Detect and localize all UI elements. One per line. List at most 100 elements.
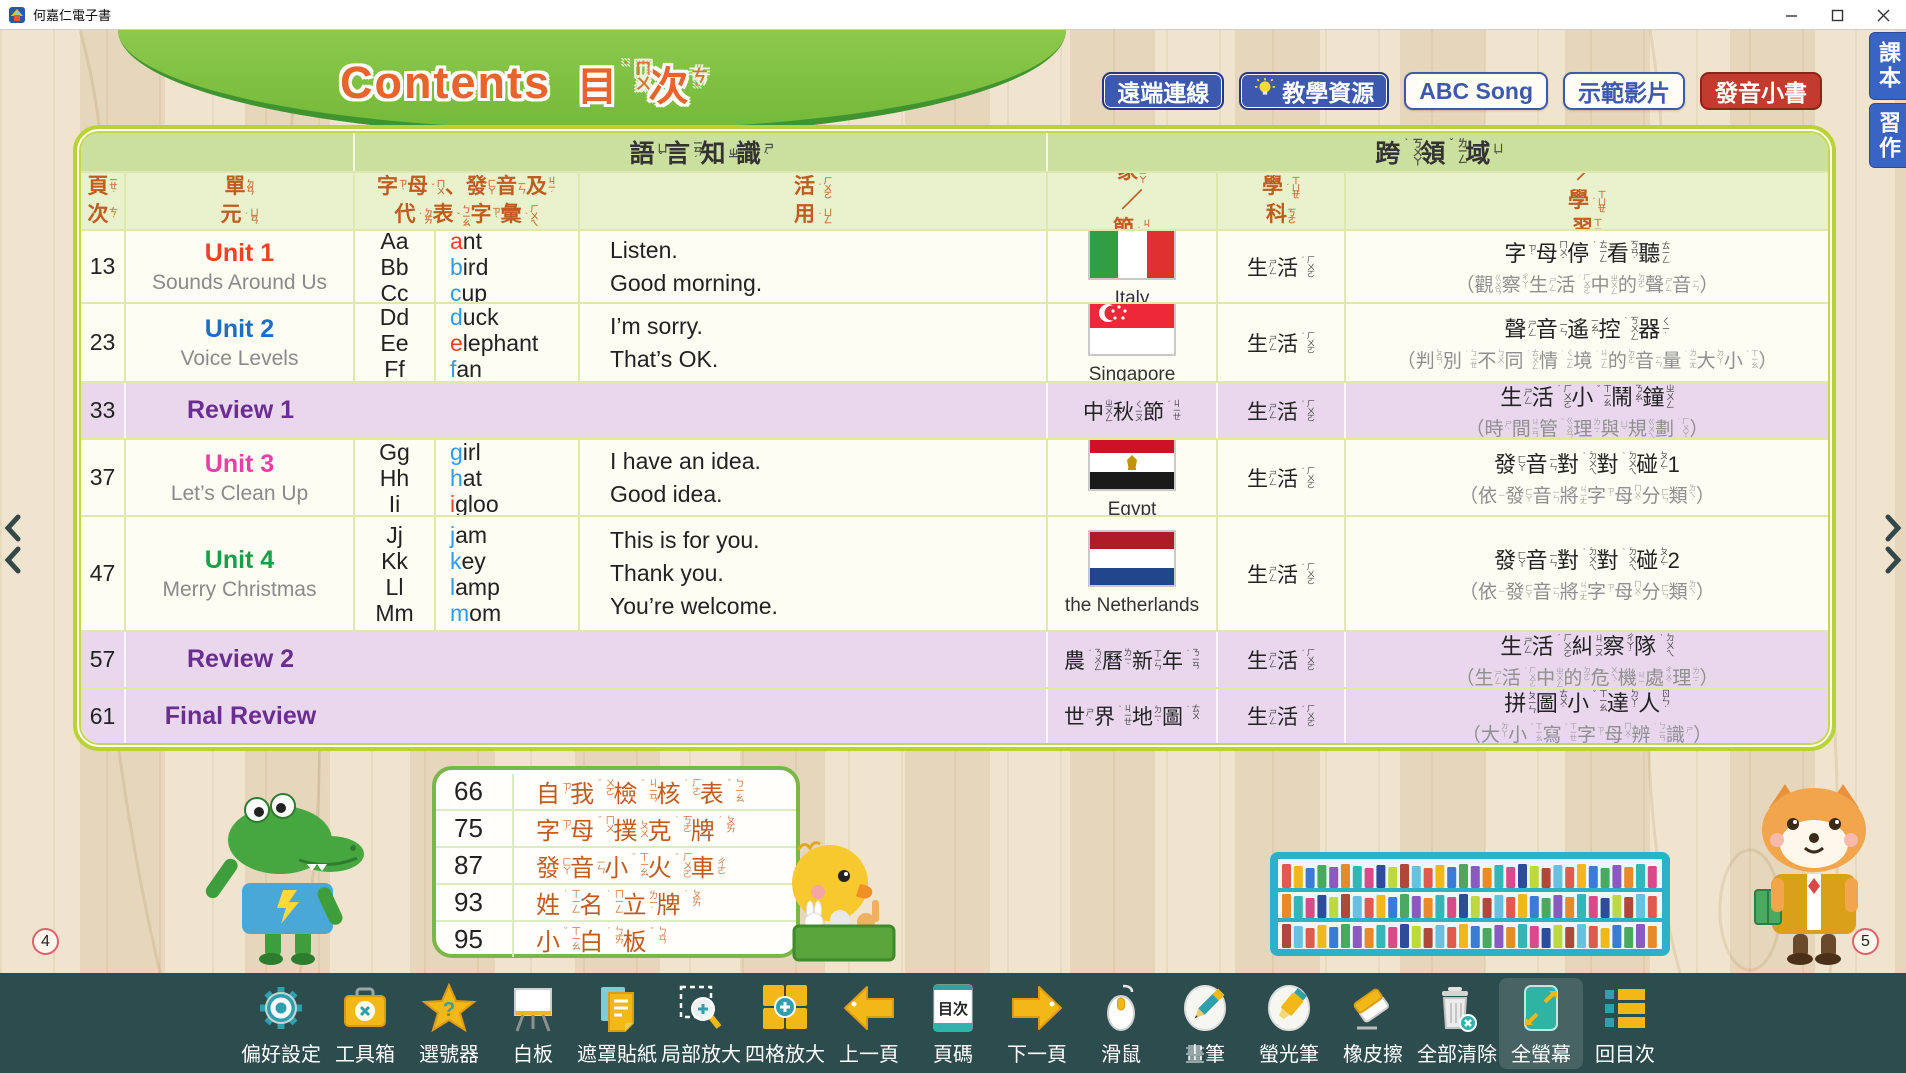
page-cell: 13 xyxy=(81,231,126,302)
four-grid-zoom-icon xyxy=(756,980,814,1036)
activity-cell: 發ㄈㄚ音ㄧㄣ對ㄉㄨㄟˋ對ㄉㄨㄟˋ碰ㄆㄥˋ2（依ㄧ發ㄈㄚ音ㄧㄣ將ㄐㄧㄤ字ㄗˋ母ㄇㄨ… xyxy=(1346,517,1828,630)
group-header-language: 語ㄩˇ言ㄧㄢˊ知ㄓ識ㄕˋ xyxy=(355,133,1048,171)
toolbar-item-next-page[interactable]: 下一頁 xyxy=(995,978,1079,1069)
top-button-label: 示範影片 xyxy=(1578,74,1670,108)
review-title-cell: Final Review xyxy=(126,689,1048,743)
eraser-icon xyxy=(1344,980,1402,1036)
close-button[interactable] xyxy=(1860,0,1906,30)
toolbar-item-label: 遮罩貼紙 xyxy=(577,1038,657,1067)
page-back-chevron-top[interactable] xyxy=(2,514,24,542)
extras-list-item[interactable]: 66自ㄗˋ我ㄨㄛˇ檢ㄐㄧㄢˇ核ㄏㄜˊ表ㄅㄧㄠˇ xyxy=(436,774,796,809)
page-cell: 33 xyxy=(81,383,126,438)
star-question-icon: ? xyxy=(420,980,478,1036)
table-row-review-1[interactable]: 33Review 1中ㄓㄨㄥ秋ㄑㄧㄡ節ㄐㄧㄝˊ生ㄕㄥ活ㄏㄨㄛˊ生ㄕㄥ活ㄏㄨㄛˊ小… xyxy=(81,381,1828,438)
extras-page-list: 66自ㄗˋ我ㄨㄛˇ檢ㄐㄧㄢˇ核ㄏㄜˊ表ㄅㄧㄠˇ75字ㄗˋ母ㄇㄨˇ撲ㄆㄨ克ㄎㄜˋ牌… xyxy=(432,766,800,958)
top-button-teaching-resources[interactable]: 教學資源 xyxy=(1239,72,1389,110)
toolbar-item-clear-all[interactable]: 全部清除 xyxy=(1415,978,1499,1069)
toolbar-item-mouse[interactable]: 滑鼠 xyxy=(1079,978,1163,1069)
minimize-button[interactable] xyxy=(1768,0,1814,30)
arrow-left-icon xyxy=(840,980,898,1036)
top-button-phonics-book[interactable]: 發音小書 xyxy=(1700,72,1822,110)
toolbar-item-whiteboard[interactable]: 白板 xyxy=(491,978,575,1069)
country-cell: 世ㄕˋ界ㄐㄧㄝˋ地ㄉㄧˋ圖ㄊㄨˊ xyxy=(1048,689,1218,743)
toolbar-item-highlighter[interactable]: 螢光筆 xyxy=(1247,978,1331,1069)
toolbar-item-eraser[interactable]: 橡皮擦 xyxy=(1331,978,1415,1069)
activity-cell: 聲ㄕㄥ音ㄧㄣ遙ㄧㄠˊ控ㄎㄨㄥˋ器ㄑㄧˋ（判ㄆㄢˋ別ㄅㄧㄝˊ不ㄅㄨˋ同ㄊㄨㄥˊ情ㄑ… xyxy=(1346,304,1828,381)
page-cell: 23 xyxy=(81,304,126,381)
country-cell: Egypt xyxy=(1048,440,1218,515)
extras-title: 姓ㄒㄧㄥˋ名ㄇㄧㄥˊ立ㄌㄧˋ牌ㄆㄞˊ xyxy=(512,885,700,920)
right-page-badge: 5 xyxy=(1852,928,1879,955)
toolbar-item-page-number[interactable]: 目次頁碼 xyxy=(911,978,995,1069)
subject-cell: 生ㄕㄥ活ㄏㄨㄛˊ xyxy=(1218,440,1346,515)
country-cell: the Netherlands xyxy=(1048,517,1218,630)
subject-cell: 生ㄕㄥ活ㄏㄨㄛˊ xyxy=(1218,689,1346,743)
bottom-toolbar: 偏好設定工具箱?選號器白板遮罩貼紙局部放大四格放大上一頁目次頁碼下一頁滑鼠畫筆螢… xyxy=(0,973,1906,1073)
extras-list-item[interactable]: 87發ㄈㄚ音ㄧㄣ小ㄒㄧㄠˇ火ㄏㄨㄛˇ車ㄔㄜ xyxy=(436,846,796,883)
page-cell: 57 xyxy=(81,632,126,687)
extras-list-item[interactable]: 93姓ㄒㄧㄥˋ名ㄇㄧㄥˊ立ㄌㄧˋ牌ㄆㄞˊ xyxy=(436,883,796,920)
page-back-chevron-bottom[interactable] xyxy=(2,546,24,574)
top-button-remote-connect[interactable]: 遠端連線 xyxy=(1102,72,1224,110)
unit-cell: Unit 2Voice Levels xyxy=(126,304,355,381)
toolbar-item-label: 選號器 xyxy=(419,1038,479,1067)
unit-cell: Unit 1Sounds Around Us xyxy=(126,231,355,302)
side-tab-textbook[interactable]: 課本 xyxy=(1869,32,1906,100)
activity-cell: 拼ㄆㄧㄣ圖ㄊㄨˊ小ㄒㄧㄠˇ達ㄉㄚˊ人ㄖㄣˊ（大ㄉㄚˋ小ㄒㄧㄠˇ寫ㄒㄧㄝˇ字ㄗˋ母… xyxy=(1346,689,1828,743)
toolbar-item-label: 畫筆 xyxy=(1185,1038,1225,1067)
top-buttons: 遠端連線 教學資源 ABC Song 示範影片發音小書 xyxy=(1102,72,1822,110)
subject-cell: 生ㄕㄥ活ㄏㄨㄛˊ xyxy=(1218,632,1346,687)
magnifier-box-icon xyxy=(672,980,730,1036)
top-button-demo-video[interactable]: 示範影片 xyxy=(1563,72,1685,110)
toolbar-item-partial-zoom[interactable]: 局部放大 xyxy=(659,978,743,1069)
toolbar-item-number-picker[interactable]: ?選號器 xyxy=(407,978,491,1069)
toolbar-item-prev-page[interactable]: 上一頁 xyxy=(827,978,911,1069)
arrow-right-icon xyxy=(1008,980,1066,1036)
mouse-icon xyxy=(1092,980,1150,1036)
bookshelf-illustration xyxy=(1270,852,1670,961)
table-row-unit-2[interactable]: 23Unit 2Voice LevelsDdEeFfduckelephantfa… xyxy=(81,302,1828,381)
table-row-unit-4[interactable]: 47Unit 4Merry ChristmasJjKkLlMmjamkeylam… xyxy=(81,515,1828,630)
extras-page-number: 87 xyxy=(454,850,512,881)
words-cell: jamkeylampmom xyxy=(436,517,580,630)
extras-list-item[interactable]: 95小ㄒㄧㄠˇ白ㄅㄞˊ板ㄅㄢˇ xyxy=(436,920,796,957)
toolbar-item-label: 四格放大 xyxy=(745,1038,825,1067)
table-row-unit-3[interactable]: 37Unit 3Let’s Clean UpGgHhIigirlhatigloo… xyxy=(81,438,1828,515)
sticky-notes-icon xyxy=(588,980,646,1036)
group-header-cross-domain: 跨ㄎㄨㄚˋ領ㄌㄧㄥˇ域ㄩˋ xyxy=(1048,133,1828,171)
lightbulb-icon xyxy=(1254,77,1276,105)
toolbar-item-label: 上一頁 xyxy=(839,1038,899,1067)
table-row-final-review[interactable]: 61Final Review世ㄕˋ界ㄐㄧㄝˋ地ㄉㄧˋ圖ㄊㄨˊ生ㄕㄥ活ㄏㄨㄛˊ拼ㄆ… xyxy=(81,687,1828,743)
top-button-abc-song[interactable]: ABC Song xyxy=(1404,72,1548,110)
toolbar-item-pen[interactable]: 畫筆 xyxy=(1163,978,1247,1069)
toolbar-item-label: 白板 xyxy=(513,1038,553,1067)
netherlands-flag-icon xyxy=(1088,530,1176,592)
country-cell: Italy xyxy=(1048,231,1218,302)
extras-page-number: 66 xyxy=(454,776,512,807)
toolbar-item-label: 下一頁 xyxy=(1007,1038,1067,1067)
page-forward-chevron-top[interactable] xyxy=(1882,514,1904,542)
extras-list-item[interactable]: 75字ㄗˋ母ㄇㄨˇ撲ㄆㄨ克ㄎㄜˋ牌ㄆㄞˊ xyxy=(436,809,796,846)
side-tab-workbook[interactable]: 習作 xyxy=(1869,103,1906,168)
subject-cell: 生ㄕㄥ活ㄏㄨㄛˊ xyxy=(1218,383,1346,438)
maximize-button[interactable] xyxy=(1814,0,1860,30)
words-cell: antbirdcup xyxy=(436,231,580,302)
highlighter-icon xyxy=(1260,980,1318,1036)
table-row-unit-1[interactable]: 13Unit 1Sounds Around UsAaBbCcantbirdcup… xyxy=(81,229,1828,302)
country-cell: Singapore xyxy=(1048,304,1218,381)
table-row-review-2[interactable]: 57Review 2農ㄋㄨㄥˊ曆ㄌㄧˋ新ㄒㄧㄣ年ㄋㄧㄢˊ生ㄕㄥ活ㄏㄨㄛˊ生ㄕㄥ活… xyxy=(81,630,1828,687)
toolbar-item-preferences[interactable]: 偏好設定 xyxy=(239,978,323,1069)
toolbar-item-toolbox[interactable]: 工具箱 xyxy=(323,978,407,1069)
review-title-cell: Review 2 xyxy=(126,632,1048,687)
toolbar-item-back-to-toc[interactable]: 回目次 xyxy=(1583,978,1667,1069)
words-cell: girlhatigloo xyxy=(436,440,580,515)
page-cell: 61 xyxy=(81,689,126,743)
top-button-label: 教學資源 xyxy=(1282,74,1374,108)
toolbar-item-mask-sticker[interactable]: 遮罩貼紙 xyxy=(575,978,659,1069)
page-forward-chevron-bottom[interactable] xyxy=(1882,546,1904,574)
toolbar-item-fullscreen[interactable]: 全螢幕 xyxy=(1499,978,1583,1069)
trash-icon xyxy=(1428,980,1486,1036)
toolbar-item-quad-zoom[interactable]: 四格放大 xyxy=(743,978,827,1069)
extras-page-number: 75 xyxy=(454,813,512,844)
contents-table: 語ㄩˇ言ㄧㄢˊ知ㄓ識ㄕˋ跨ㄎㄨㄚˋ領ㄌㄧㄥˇ域ㄩˋ頁ㄧㄝˋ次ㄘˋ單ㄉㄢ元ㄩㄢˊ字… xyxy=(73,125,1836,751)
